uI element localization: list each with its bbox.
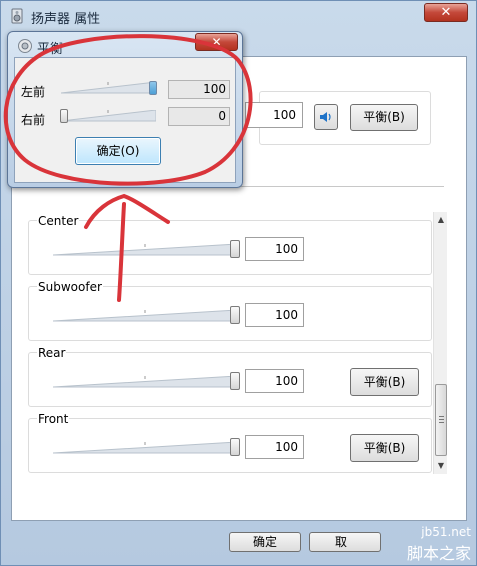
channel-front: Front 100 平衡(B) xyxy=(28,412,432,473)
watermark-name: 脚本之家 xyxy=(406,544,471,563)
ok-button[interactable]: 确定 xyxy=(229,532,301,552)
right-front-value[interactable]: 0 xyxy=(168,107,230,126)
level-value[interactable]: 100 xyxy=(245,237,304,261)
front-balance-button[interactable]: 平衡(B) xyxy=(350,434,419,462)
left-front-value[interactable]: 100 xyxy=(168,80,230,99)
level-slider-track[interactable] xyxy=(53,376,237,388)
level-slider-thumb[interactable] xyxy=(230,372,240,390)
level-slider-thumb[interactable] xyxy=(230,438,240,456)
vertical-scrollbar[interactable]: ▲ ▼ xyxy=(433,212,447,474)
channel-label: Subwoofer xyxy=(37,280,103,294)
window-title: 扬声器 属性 xyxy=(31,12,101,27)
right-front-slider-track[interactable] xyxy=(61,110,156,122)
right-front-slider-thumb[interactable] xyxy=(60,109,68,123)
scroll-down-arrow-icon[interactable]: ▼ xyxy=(434,458,448,474)
level-value[interactable]: 100 xyxy=(245,369,304,393)
balance-dialog: 平衡 ✕ 左前 100 右前 0 确定(O) xyxy=(7,31,243,188)
scroll-up-arrow-icon[interactable]: ▲ xyxy=(434,212,448,228)
channel-list: Center 100 Subwoofer 100 Rear 100 平衡(B) … xyxy=(28,214,448,485)
balance-dialog-body: 左前 100 右前 0 确定(O) xyxy=(14,57,236,183)
left-front-slider-track[interactable] xyxy=(61,82,156,94)
speaker-level-value[interactable]: 100 xyxy=(245,102,303,128)
balance-dialog-title: 平衡 xyxy=(37,42,64,57)
speaker-balance-button[interactable]: 平衡(B) xyxy=(350,104,418,131)
balance-dialog-icon xyxy=(18,39,32,53)
channel-rear: Rear 100 平衡(B) xyxy=(28,346,432,407)
speaker-properties-icon xyxy=(11,8,23,24)
balance-dialog-close-button[interactable]: ✕ xyxy=(195,33,238,51)
watermark-url: jb51.net xyxy=(421,525,471,539)
channel-center: Center 100 xyxy=(28,214,432,275)
balance-dialog-ok-button[interactable]: 确定(O) xyxy=(75,137,161,165)
window-close-button[interactable]: ✕ xyxy=(424,3,468,22)
speaker-icon xyxy=(320,112,331,122)
mute-toggle-button[interactable] xyxy=(314,104,338,130)
channel-subwoofer: Subwoofer 100 xyxy=(28,280,432,341)
site-watermark: jb51.net 脚本之家 xyxy=(356,520,477,566)
level-slider-track[interactable] xyxy=(53,244,237,256)
level-slider-track[interactable] xyxy=(53,310,237,322)
level-slider-track[interactable] xyxy=(53,442,237,454)
channel-label: Center xyxy=(37,214,80,228)
right-front-label: 右前 xyxy=(21,113,46,127)
level-value[interactable]: 100 xyxy=(245,303,304,327)
level-value[interactable]: 100 xyxy=(245,435,304,459)
title-bar[interactable]: 扬声器 属性 ✕ xyxy=(1,1,476,31)
level-slider-thumb[interactable] xyxy=(230,306,240,324)
left-front-slider-thumb[interactable] xyxy=(149,81,157,95)
left-front-label: 左前 xyxy=(21,85,46,99)
channel-label: Rear xyxy=(37,346,67,360)
scrollbar-thumb[interactable] xyxy=(435,384,447,456)
rear-balance-button[interactable]: 平衡(B) xyxy=(350,368,419,396)
level-slider-thumb[interactable] xyxy=(230,240,240,258)
channel-label: Front xyxy=(37,412,70,426)
